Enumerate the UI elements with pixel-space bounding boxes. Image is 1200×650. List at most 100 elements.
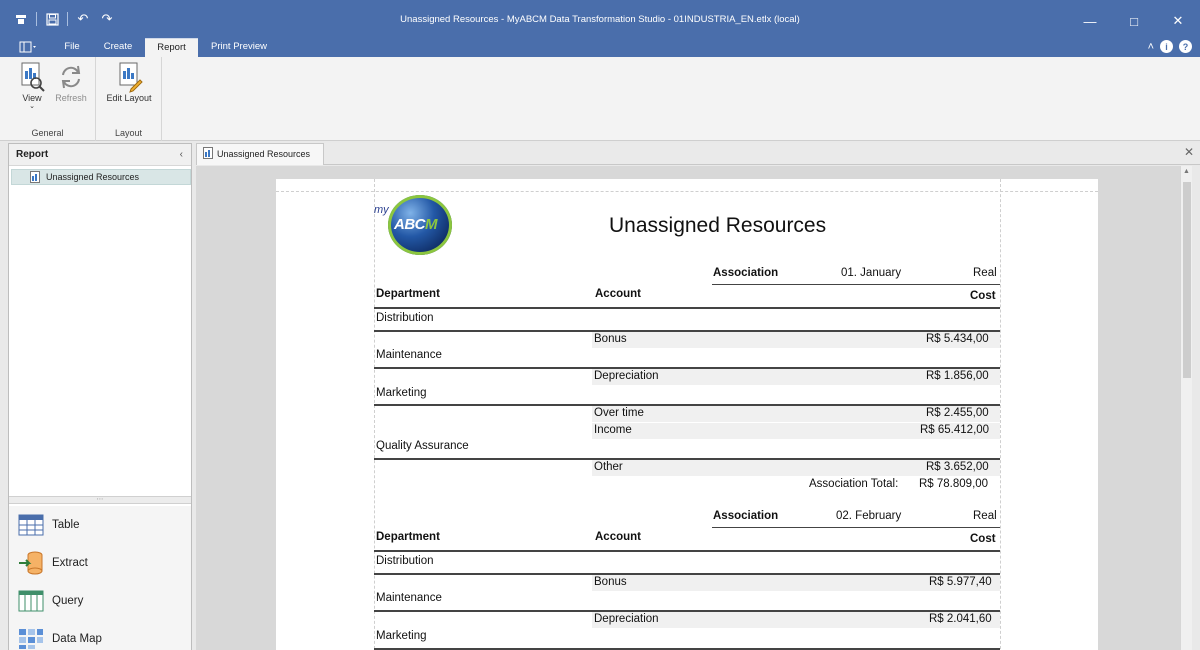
cost-cell: R$ 5.977,40 <box>929 576 992 588</box>
tree-item-unassigned-resources[interactable]: Unassigned Resources <box>11 169 191 185</box>
ribbon-group-layout: Edit Layout Layout <box>96 57 162 141</box>
account-cell: Bonus <box>594 576 627 588</box>
cost-cell: R$ 5.434,00 <box>926 333 989 345</box>
account-header: Account <box>595 288 641 300</box>
backstage-menu-icon[interactable] <box>14 38 44 57</box>
cost-cell: R$ 2.455,00 <box>926 407 989 419</box>
cost-cell: R$ 65.412,00 <box>920 424 990 436</box>
cost-header: Cost <box>970 533 996 545</box>
close-icon[interactable]: ✕ <box>1156 8 1200 34</box>
report-page: my ABCM Unassigned Resources Association… <box>276 179 1098 650</box>
association-header: Association <box>713 510 779 522</box>
cost-cell: R$ 3.652,00 <box>926 461 989 473</box>
department-cell: Maintenance <box>376 349 442 361</box>
group-label-general: General <box>31 128 64 138</box>
department-header: Department <box>376 531 440 543</box>
scenario-label: Real <box>973 267 997 279</box>
report-viewer: my ABCM Unassigned Resources Association… <box>196 166 1180 650</box>
period-label: 02. February <box>836 510 902 522</box>
account-cell: Depreciation <box>594 370 659 382</box>
department-cell: Quality Assurance <box>376 440 469 452</box>
rule <box>712 527 1000 528</box>
nav-item-table[interactable]: Table <box>9 506 191 544</box>
help-icon[interactable]: ? <box>1179 40 1192 53</box>
association-total-value: R$ 78.809,00 <box>919 478 989 490</box>
scroll-thumb[interactable] <box>1183 182 1191 378</box>
nav-label: Table <box>52 519 80 531</box>
view-dropdown-icon: ⌄ <box>29 103 35 110</box>
cost-cell: R$ 1.856,00 <box>926 370 989 382</box>
account-cell: Income <box>594 424 632 436</box>
account-cell: Over time <box>594 407 644 419</box>
navigation-list: Table Extract Query Data Map <box>9 506 191 650</box>
department-header: Department <box>376 288 440 300</box>
close-document-icon[interactable]: ✕ <box>1184 145 1194 159</box>
report-document-icon <box>30 171 40 183</box>
edit-layout-button[interactable]: Edit Layout <box>100 61 158 103</box>
collapse-panel-icon[interactable]: ‹ <box>180 144 183 166</box>
data-map-icon <box>19 629 43 649</box>
collapse-ribbon-icon[interactable]: ˄ <box>1148 41 1154 53</box>
cost-cell: R$ 2.041,60 <box>929 613 992 625</box>
rule <box>712 284 1000 285</box>
department-cell: Distribution <box>376 312 434 324</box>
ribbon: View ⌄ Refresh General Edit Layout Layou… <box>0 57 1200 141</box>
table-icon <box>18 514 44 536</box>
refresh-icon <box>61 65 81 89</box>
tree-item-label: Unassigned Resources <box>46 172 140 182</box>
nav-item-query[interactable]: Query <box>9 582 191 620</box>
tab-report[interactable]: Report <box>145 38 198 57</box>
panel-title: Report <box>16 149 49 160</box>
period-label: 01. January <box>841 267 902 279</box>
report-document-icon <box>203 147 213 159</box>
association-total-label: Association Total: <box>809 478 899 490</box>
title-bar: ↶ ↷ Unassigned Resources - MyABCM Data T… <box>0 0 1200 38</box>
nav-item-data-map[interactable]: Data Map <box>9 620 191 650</box>
account-header: Account <box>595 531 641 543</box>
nav-label: Extract <box>52 557 88 569</box>
minimize-icon[interactable]: — <box>1068 8 1112 34</box>
maximize-icon[interactable]: □ <box>1112 8 1156 34</box>
extract-icon <box>19 551 43 575</box>
edit-layout-label: Edit Layout <box>106 93 152 103</box>
info-icon[interactable]: i <box>1160 40 1173 53</box>
rule <box>374 550 1000 552</box>
view-button[interactable]: View ⌄ <box>12 61 52 111</box>
document-tab[interactable]: Unassigned Resources <box>196 143 324 165</box>
scenario-label: Real <box>973 510 997 522</box>
vertical-scrollbar[interactable]: ▲ <box>1180 166 1192 650</box>
department-cell: Marketing <box>376 630 427 642</box>
tab-file[interactable]: File <box>56 38 88 57</box>
department-cell: Maintenance <box>376 592 442 604</box>
panel-header: Report ‹ <box>9 144 191 166</box>
refresh-button[interactable]: Refresh <box>51 61 91 103</box>
myabcm-logo: my ABCM <box>374 195 456 255</box>
scroll-up-icon[interactable]: ▲ <box>1183 168 1190 175</box>
view-label: View <box>22 93 42 103</box>
document-tab-label: Unassigned Resources <box>217 149 311 159</box>
window-controls: — □ ✕ <box>1068 8 1200 34</box>
cost-header: Cost <box>970 290 996 302</box>
account-cell: Other <box>594 461 623 473</box>
nav-label: Data Map <box>52 633 102 645</box>
account-cell: Depreciation <box>594 613 659 625</box>
view-report-icon <box>21 62 45 92</box>
report-title: Unassigned Resources <box>609 214 827 237</box>
refresh-label: Refresh <box>55 93 87 103</box>
panel-splitter[interactable]: ⋯ <box>9 496 191 504</box>
nav-item-extract[interactable]: Extract <box>9 544 191 582</box>
document-tab-strip: Unassigned Resources ✕ <box>196 143 1200 165</box>
department-cell: Distribution <box>376 555 434 567</box>
tab-create[interactable]: Create <box>96 38 140 57</box>
nav-label: Query <box>52 595 84 607</box>
tab-print-preview[interactable]: Print Preview <box>204 38 274 57</box>
query-icon <box>18 590 44 612</box>
margin-guide <box>276 191 1098 192</box>
edit-layout-icon <box>119 62 143 93</box>
ribbon-tabs: File Create Report Print Preview ˄ i ? <box>0 38 1200 57</box>
report-explorer-panel: Report ‹ Unassigned Resources ⋯ Table Ex… <box>8 143 192 650</box>
ribbon-right-buttons: ˄ i ? <box>1148 40 1192 53</box>
department-cell: Marketing <box>376 387 427 399</box>
rule <box>374 307 1000 309</box>
account-cell: Bonus <box>594 333 627 345</box>
